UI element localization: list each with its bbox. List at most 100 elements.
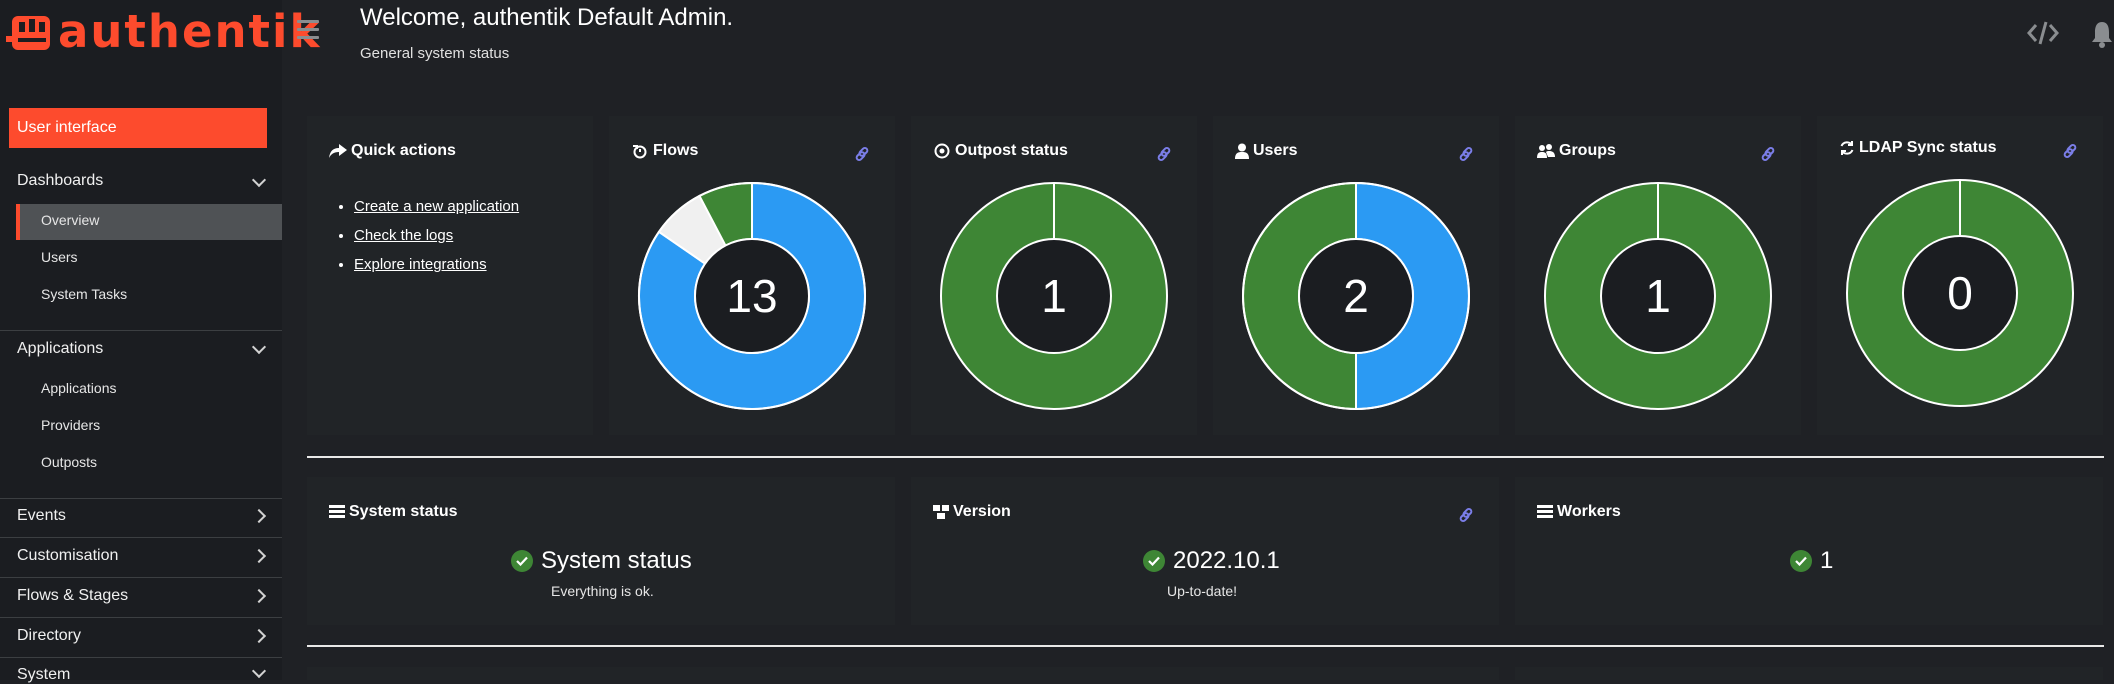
flows-count: 13 — [726, 270, 778, 322]
quick-actions-card: Quick actions Create a new application C… — [307, 116, 593, 435]
flows-card: Flows 13 — [609, 116, 895, 435]
brand-logo[interactable]: authentik — [6, 8, 321, 56]
share-icon — [329, 144, 347, 158]
menu-toggle-icon[interactable] — [297, 20, 319, 44]
next-row-card — [307, 667, 1499, 680]
code-icon[interactable] — [2027, 20, 2059, 46]
server-icon — [329, 505, 345, 518]
nav-item-overview[interactable]: Overview — [41, 212, 99, 228]
user-interface-button[interactable]: User interface — [9, 108, 267, 148]
nav-group-events[interactable]: Events — [17, 507, 66, 525]
list-item: Check the logs — [354, 227, 519, 244]
card-title: Workers — [1537, 503, 1621, 521]
chevron-right-icon[interactable] — [251, 508, 267, 524]
section-divider — [307, 456, 2104, 458]
users-count: 2 — [1343, 270, 1369, 322]
check-logs-link[interactable]: Check the logs — [354, 227, 453, 244]
workers-value: 1 — [1820, 547, 1834, 574]
chevron-right-icon[interactable] — [251, 628, 267, 644]
nav-group-dashboards[interactable]: Dashboards — [17, 172, 103, 190]
cubes-icon — [933, 505, 949, 519]
check-circle-icon — [511, 550, 533, 572]
divider — [0, 330, 282, 331]
sync-icon — [1840, 141, 1854, 155]
nav-item-applications[interactable]: Applications — [41, 380, 117, 396]
check-circle-icon — [1143, 550, 1165, 572]
version-sub: Up-to-date! — [1167, 583, 1238, 599]
authentik-logo-icon — [6, 16, 50, 50]
card-title: Outpost status — [933, 142, 1068, 160]
bell-icon[interactable] — [2090, 20, 2114, 48]
outpost-icon — [934, 143, 950, 159]
status-line: 1 — [1790, 547, 1833, 575]
card-title: Version — [933, 503, 1011, 521]
list-item: Explore integrations — [354, 256, 519, 273]
link-icon[interactable] — [854, 146, 870, 162]
nav-group-customisation[interactable]: Customisation — [17, 547, 118, 565]
check-circle-icon — [1790, 550, 1812, 572]
chevron-down-icon[interactable] — [251, 663, 267, 679]
donut-chart: 13 — [637, 181, 867, 416]
card-title: Flows — [631, 142, 698, 160]
nav-group-directory[interactable]: Directory — [17, 627, 81, 645]
link-icon[interactable] — [1458, 507, 1474, 523]
card-title: Groups — [1537, 142, 1616, 160]
user-icon — [1235, 143, 1249, 159]
quick-actions-title: Quick actions — [329, 142, 456, 160]
create-application-link[interactable]: Create a new application — [354, 198, 519, 215]
nav-item-outposts[interactable]: Outposts — [41, 454, 97, 470]
link-icon[interactable] — [2062, 143, 2078, 159]
ldap-sync-card: LDAP Sync status 0 — [1817, 116, 2103, 435]
explore-integrations-link[interactable]: Explore integrations — [354, 256, 487, 273]
page-subtitle: General system status — [360, 45, 510, 62]
outpost-status-card: Outpost status 1 — [911, 116, 1197, 435]
link-icon[interactable] — [1156, 146, 1172, 162]
users-card: Users 2 — [1213, 116, 1499, 435]
groups-count: 1 — [1645, 270, 1671, 322]
card-title: Users — [1235, 142, 1297, 160]
brand-name: authentik — [58, 5, 322, 58]
system-status-sub: Everything is ok. — [551, 583, 654, 599]
nav-group-flows-stages[interactable]: Flows & Stages — [17, 587, 128, 605]
donut-chart: 1 — [1543, 181, 1773, 416]
quick-actions-list: Create a new application Check the logs … — [354, 198, 519, 285]
chevron-down-icon[interactable] — [251, 172, 267, 188]
version-value: 2022.10.1 — [1173, 547, 1280, 574]
flows-icon — [633, 145, 647, 159]
server-icon — [1537, 505, 1553, 518]
divider — [0, 537, 282, 538]
nav-item-system-tasks[interactable]: System Tasks — [41, 286, 127, 302]
ldap-count: 0 — [1947, 267, 1973, 319]
donut-chart: 1 — [939, 181, 1169, 416]
list-item: Create a new application — [354, 198, 519, 215]
divider — [0, 498, 282, 499]
card-title: System status — [329, 503, 458, 521]
groups-icon — [1537, 144, 1555, 158]
workers-card: Workers 1 — [1515, 477, 2103, 625]
chevron-right-icon[interactable] — [251, 588, 267, 604]
divider — [0, 617, 282, 618]
next-row-card — [1515, 667, 2103, 680]
sidebar: authentik User interface Dashboards Over… — [0, 0, 319, 683]
nav-item-providers[interactable]: Providers — [41, 417, 100, 433]
nav-group-system[interactable]: System — [17, 666, 70, 684]
system-status-card: System status System status Everything i… — [307, 477, 895, 625]
section-divider — [307, 645, 2104, 647]
chevron-right-icon[interactable] — [251, 548, 267, 564]
link-icon[interactable] — [1458, 146, 1474, 162]
card-title: LDAP Sync status — [1839, 139, 1997, 157]
page-title: Welcome, authentik Default Admin. — [360, 4, 734, 31]
link-icon[interactable] — [1760, 146, 1776, 162]
status-line: 2022.10.1 — [1143, 547, 1280, 575]
nav-item-users[interactable]: Users — [41, 249, 78, 265]
divider — [0, 577, 282, 578]
status-line: System status — [511, 547, 692, 575]
system-status-value: System status — [541, 547, 692, 574]
groups-card: Groups 1 — [1515, 116, 1801, 435]
chevron-down-icon[interactable] — [251, 339, 267, 355]
outpost-count: 1 — [1041, 270, 1067, 322]
nav-group-applications[interactable]: Applications — [17, 340, 103, 358]
version-card: Version 2022.10.1 Up-to-date! — [911, 477, 1499, 625]
donut-chart: 2 — [1241, 181, 1471, 416]
donut-chart: 0 — [1845, 178, 2075, 413]
